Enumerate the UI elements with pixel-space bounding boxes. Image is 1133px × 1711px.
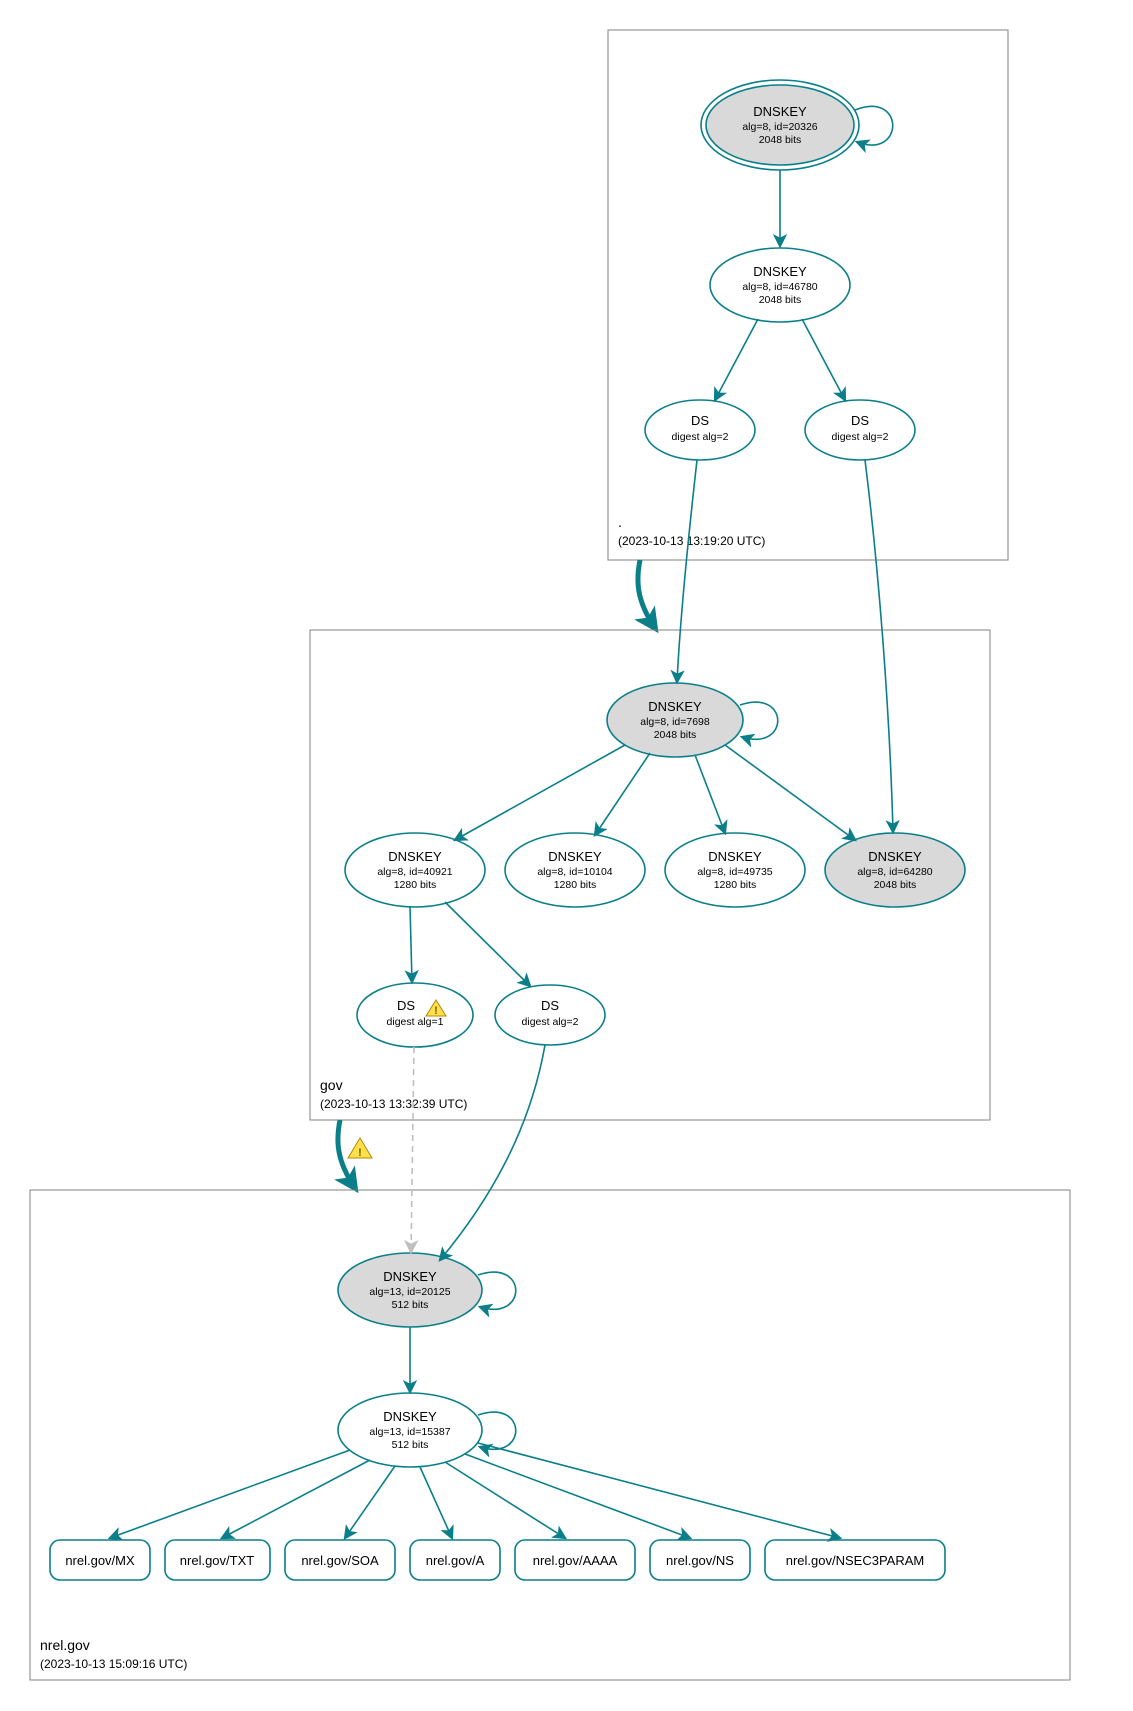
edge-zsk-to-soa: [345, 1466, 395, 1538]
node-gov-zsk2: DNSKEY alg=8, id=10104 1280 bits: [505, 833, 645, 907]
svg-text:nrel.gov/NS: nrel.gov/NS: [666, 1553, 734, 1568]
svg-text:DS: DS: [691, 413, 709, 428]
svg-text:DNSKEY: DNSKEY: [548, 849, 602, 864]
edge-root-ds1-to-gov-ksk: [677, 460, 697, 682]
svg-text:512 bits: 512 bits: [392, 1299, 429, 1311]
svg-text:alg=8, id=64280: alg=8, id=64280: [857, 866, 932, 878]
svg-text:2048 bits: 2048 bits: [654, 729, 697, 741]
edge-gov-ds1-to-nrel-ksk: [411, 1047, 414, 1252]
svg-text:2048 bits: 2048 bits: [759, 134, 802, 146]
edge-root-zsk-to-ds2: [802, 319, 845, 400]
svg-text:alg=8, id=40921: alg=8, id=40921: [377, 866, 452, 878]
zone-label-nrel: nrel.gov: [40, 1637, 90, 1653]
svg-text:nrel.gov/SOA: nrel.gov/SOA: [301, 1553, 379, 1568]
delegation-root-to-gov: [638, 560, 655, 628]
svg-text:!: !: [358, 1147, 362, 1159]
svg-text:DNSKEY: DNSKEY: [648, 699, 702, 714]
node-root-ksk: DNSKEY alg=8, id=20326 2048 bits: [701, 80, 859, 170]
edge-gov-ksk-to-zsk3: [695, 755, 725, 833]
edge-self-nrel-ksk: [478, 1272, 516, 1309]
node-gov-ds1: DS digest alg=1 !: [357, 983, 473, 1047]
svg-text:alg=13, id=20125: alg=13, id=20125: [369, 1286, 450, 1298]
node-gov-zsk4: DNSKEY alg=8, id=64280 2048 bits: [825, 833, 965, 907]
svg-text:alg=8, id=49735: alg=8, id=49735: [697, 866, 772, 878]
svg-text:nrel.gov/TXT: nrel.gov/TXT: [180, 1553, 254, 1568]
svg-text:alg=8, id=7698: alg=8, id=7698: [640, 716, 710, 728]
node-root-ds1: DS digest alg=2: [645, 400, 755, 460]
svg-text:DS: DS: [541, 998, 559, 1013]
edge-gov-ds2-to-nrel-ksk: [440, 1045, 545, 1260]
svg-text:DNSKEY: DNSKEY: [868, 849, 922, 864]
warning-icon: !: [348, 1138, 372, 1159]
svg-text:1280 bits: 1280 bits: [714, 879, 757, 891]
svg-text:DNSKEY: DNSKEY: [753, 264, 807, 279]
node-root-ds2: DS digest alg=2: [805, 400, 915, 460]
edge-zsk-to-nsec3: [478, 1443, 840, 1538]
svg-text:DS: DS: [397, 998, 415, 1013]
edge-self-gov-ksk: [740, 702, 778, 739]
node-gov-ds2: DS digest alg=2: [495, 985, 605, 1045]
zone-timestamp-nrel: (2023-10-13 15:09:16 UTC): [40, 1657, 187, 1671]
svg-text:digest alg=2: digest alg=2: [522, 1016, 579, 1028]
svg-text:alg=13, id=15387: alg=13, id=15387: [369, 1426, 450, 1438]
node-nrel-zsk: DNSKEY alg=13, id=15387 512 bits: [338, 1393, 482, 1467]
svg-text:2048 bits: 2048 bits: [759, 294, 802, 306]
node-root-zsk: DNSKEY alg=8, id=46780 2048 bits: [710, 248, 850, 322]
edge-self-root-ksk: [855, 106, 893, 145]
svg-text:digest alg=1: digest alg=1: [387, 1016, 444, 1028]
svg-text:alg=8, id=46780: alg=8, id=46780: [742, 281, 817, 293]
svg-text:2048 bits: 2048 bits: [874, 879, 917, 891]
svg-text:alg=8, id=10104: alg=8, id=10104: [537, 866, 612, 878]
svg-text:alg=8, id=20326: alg=8, id=20326: [742, 121, 817, 133]
svg-text:digest alg=2: digest alg=2: [672, 431, 729, 443]
edge-zsk-to-a: [420, 1467, 452, 1538]
svg-text:DS: DS: [851, 413, 869, 428]
svg-text:DNSKEY: DNSKEY: [708, 849, 762, 864]
svg-text:DNSKEY: DNSKEY: [388, 849, 442, 864]
edge-zsk-to-mx: [110, 1450, 350, 1538]
svg-text:1280 bits: 1280 bits: [554, 879, 597, 891]
zone-timestamp-root: (2023-10-13 13:19:20 UTC): [618, 534, 765, 548]
svg-text:nrel.gov/A: nrel.gov/A: [426, 1553, 485, 1568]
svg-text:DNSKEY: DNSKEY: [383, 1269, 437, 1284]
zone-timestamp-gov: (2023-10-13 13:32:39 UTC): [320, 1097, 467, 1111]
svg-text:nrel.gov/NSEC3PARAM: nrel.gov/NSEC3PARAM: [786, 1553, 924, 1568]
svg-text:!: !: [434, 1005, 438, 1017]
node-nrel-ksk: DNSKEY alg=13, id=20125 512 bits: [338, 1253, 482, 1327]
svg-text:DNSKEY: DNSKEY: [753, 104, 807, 119]
edge-root-ds2-to-gov-zsk4: [865, 460, 893, 832]
svg-text:1280 bits: 1280 bits: [394, 879, 437, 891]
edge-gov-zsk1-to-ds2: [445, 902, 530, 986]
edge-gov-ksk-to-zsk2: [595, 753, 650, 835]
edge-gov-ksk-to-zsk4: [725, 745, 855, 840]
dnssec-graph: . (2023-10-13 13:19:20 UTC) DNSKEY alg=8…: [0, 0, 1133, 1711]
svg-text:512 bits: 512 bits: [392, 1439, 429, 1451]
rrset-row: nrel.gov/MX nrel.gov/TXT nrel.gov/SOA nr…: [50, 1540, 945, 1580]
zone-label-gov: gov: [320, 1077, 343, 1093]
edge-gov-ksk-to-zsk1: [455, 745, 625, 840]
svg-text:nrel.gov/AAAA: nrel.gov/AAAA: [533, 1553, 618, 1568]
node-gov-zsk1: DNSKEY alg=8, id=40921 1280 bits: [345, 833, 485, 907]
zone-label-root: .: [618, 514, 622, 530]
edge-zsk-to-txt: [222, 1460, 370, 1538]
svg-text:DNSKEY: DNSKEY: [383, 1409, 437, 1424]
edge-zsk-to-aaaa: [445, 1462, 565, 1538]
svg-text:digest alg=2: digest alg=2: [832, 431, 889, 443]
edge-root-zsk-to-ds1: [715, 319, 758, 400]
node-gov-zsk3: DNSKEY alg=8, id=49735 1280 bits: [665, 833, 805, 907]
edge-gov-zsk1-to-ds1: [410, 907, 412, 982]
svg-text:nrel.gov/MX: nrel.gov/MX: [65, 1553, 135, 1568]
node-gov-ksk: DNSKEY alg=8, id=7698 2048 bits: [607, 683, 743, 757]
zone-box-nrel: [30, 1190, 1070, 1680]
